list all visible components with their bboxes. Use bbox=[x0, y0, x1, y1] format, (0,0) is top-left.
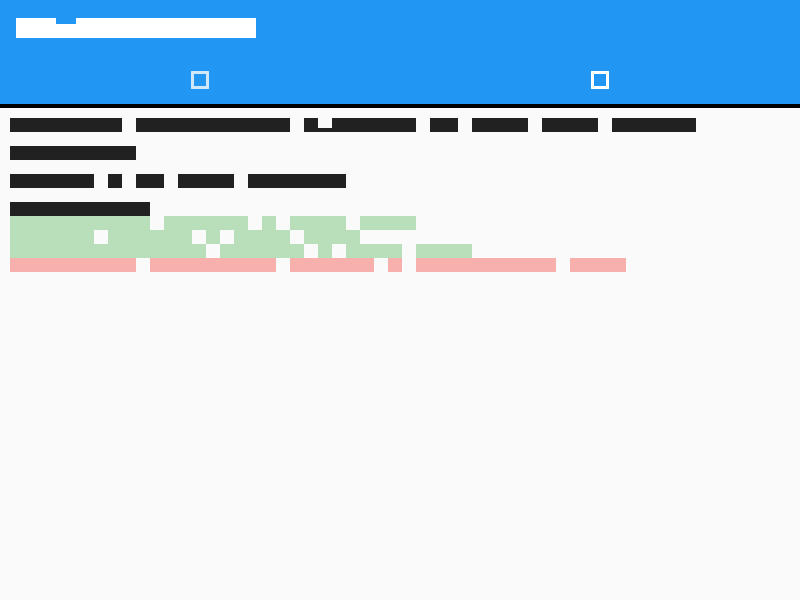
text-line bbox=[10, 118, 790, 132]
word bbox=[10, 202, 150, 216]
square-icon bbox=[591, 71, 609, 89]
removed-row bbox=[570, 258, 626, 272]
app-title bbox=[16, 18, 256, 38]
added-row bbox=[10, 216, 248, 230]
word bbox=[108, 174, 122, 188]
removed-row bbox=[388, 258, 402, 272]
word bbox=[10, 146, 136, 160]
removed-row bbox=[290, 258, 374, 272]
tab-second[interactable] bbox=[400, 56, 800, 104]
word bbox=[472, 118, 528, 132]
added-row bbox=[262, 216, 276, 230]
added-row bbox=[290, 216, 346, 230]
removed-row bbox=[150, 258, 276, 272]
word bbox=[10, 118, 122, 132]
text-line bbox=[10, 174, 790, 188]
added-row bbox=[10, 230, 360, 244]
removed-row bbox=[416, 258, 556, 272]
word bbox=[542, 118, 598, 132]
diff-block bbox=[10, 216, 790, 272]
text-line bbox=[10, 202, 790, 216]
word bbox=[430, 118, 458, 132]
word bbox=[304, 118, 416, 132]
tab-indicator-divider bbox=[0, 104, 800, 108]
tab-bar bbox=[0, 56, 800, 104]
tab-first[interactable] bbox=[0, 56, 400, 104]
word bbox=[10, 174, 94, 188]
added-row bbox=[360, 216, 416, 230]
word bbox=[248, 174, 346, 188]
word bbox=[612, 118, 696, 132]
content-area bbox=[10, 118, 790, 272]
removed-row bbox=[10, 258, 136, 272]
word bbox=[178, 174, 234, 188]
added-row bbox=[416, 244, 472, 258]
app-bar bbox=[0, 0, 800, 104]
square-icon bbox=[191, 71, 209, 89]
word bbox=[136, 118, 290, 132]
word bbox=[136, 174, 164, 188]
text-line bbox=[10, 146, 790, 160]
